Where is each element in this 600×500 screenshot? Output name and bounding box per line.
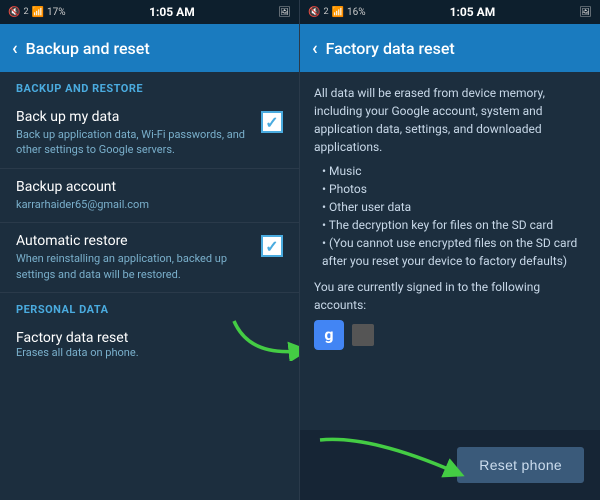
backup-account-text: Backup account karrarhaider65@gmail.com (16, 179, 283, 212)
signal-2-icon-right: 2 (323, 7, 328, 17)
right-panel-title: Factory data reset (326, 39, 455, 58)
left-panel-title: Backup and reset (26, 39, 150, 58)
bullet-photos: Photos (322, 180, 586, 198)
backup-my-data-sub: Back up application data, Wi-Fi password… (16, 127, 261, 158)
secondary-account-icon[interactable] (352, 324, 374, 346)
left-header[interactable]: ‹ Backup and reset (0, 24, 299, 72)
left-panel-content: BACKUP AND RESTORE Back up my data Back … (0, 72, 299, 500)
image-icon-right: 🖼 (579, 7, 592, 18)
bottom-bar: Reset phone (300, 430, 600, 500)
backup-my-data-title: Back up my data (16, 109, 261, 125)
reset-phone-button[interactable]: Reset phone (457, 447, 584, 483)
backup-section-label: BACKUP AND RESTORE (0, 72, 299, 99)
green-arrow-icon (229, 311, 299, 361)
left-status-icons: 🔇 2 📶 🔇 ⬛ 2 📶 17% 17% (8, 7, 66, 18)
backup-my-data-text: Back up my data Back up application data… (16, 109, 261, 158)
image-icon-left: 🖼 (278, 7, 291, 18)
bullet-other-user-data: Other user data (322, 198, 586, 216)
left-time: 1:05 AM (149, 5, 195, 19)
right-status-bar: 🔇 2 📶 16% 1:05 AM 🖼 (300, 0, 600, 24)
left-status-bar: 🔇 2 📶 🔇 ⬛ 2 📶 17% 17% 1:05 AM 🖼 (0, 0, 299, 24)
accounts-label: You are currently signed in to the follo… (314, 278, 586, 314)
back-arrow-right[interactable]: ‹ (312, 38, 318, 59)
factory-reset-bullet-list: Music Photos Other user data The decrypt… (322, 162, 586, 270)
back-arrow-left[interactable]: ‹ (12, 38, 18, 59)
backup-account-sub: karrarhaider65@gmail.com (16, 197, 283, 212)
right-panel: 🔇 2 📶 16% 1:05 AM 🖼 ‹ Factory data reset… (300, 0, 600, 500)
backup-account-item[interactable]: Backup account karrarhaider65@gmail.com (0, 169, 299, 223)
factory-reset-description: All data will be erased from device memo… (314, 84, 586, 156)
right-status-icons: 🔇 2 📶 16% (308, 7, 366, 18)
wifi-icon-right: 📶 (332, 7, 344, 18)
automatic-restore-title: Automatic restore (16, 233, 261, 249)
wifi-icon: 📶 (32, 7, 44, 18)
battery-percent-right: 16% (347, 7, 366, 18)
bullet-music: Music (322, 162, 586, 180)
signal-2-icon: 2 (23, 7, 28, 17)
right-panel-content: All data will be erased from device memo… (300, 72, 600, 430)
left-panel: 🔇 2 📶 🔇 ⬛ 2 📶 17% 17% 1:05 AM 🖼 ‹ Backup… (0, 0, 300, 500)
green-arrow-right-icon (310, 430, 470, 490)
accounts-section: You are currently signed in to the follo… (314, 278, 586, 350)
automatic-restore-sub: When reinstalling an application, backed… (16, 251, 261, 282)
automatic-restore-checkbox[interactable] (261, 235, 283, 257)
automatic-restore-item[interactable]: Automatic restore When reinstalling an a… (0, 223, 299, 293)
backup-my-data-checkbox[interactable] (261, 111, 283, 133)
factory-data-reset-item[interactable]: Factory data reset Erases all data on ph… (0, 320, 299, 369)
google-account-icon[interactable]: g (314, 320, 344, 350)
right-time: 1:05 AM (450, 5, 496, 19)
backup-my-data-item[interactable]: Back up my data Back up application data… (0, 99, 299, 169)
battery-percent-left: 17% (47, 7, 66, 18)
backup-account-title: Backup account (16, 179, 283, 195)
account-icons-row: g (314, 320, 586, 350)
right-header[interactable]: ‹ Factory data reset (300, 24, 600, 72)
no-sound-icon: 🔇 (8, 7, 20, 18)
automatic-restore-text: Automatic restore When reinstalling an a… (16, 233, 261, 282)
bullet-encrypted-note: (You cannot use encrypted files on the S… (322, 234, 586, 270)
bullet-decryption: The decryption key for files on the SD c… (322, 216, 586, 234)
no-sound-icon-right: 🔇 (308, 7, 320, 18)
